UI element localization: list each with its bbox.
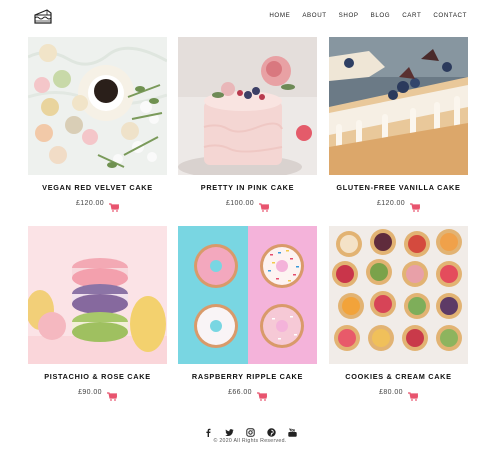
product-price: £66.00: [228, 389, 252, 396]
price-row: £120.00: [329, 199, 468, 212]
product-title[interactable]: RASPBERRY RIPPLE CAKE: [178, 372, 317, 381]
product-title[interactable]: PISTACHIO & ROSE CAKE: [28, 372, 167, 381]
shopping-cart-icon[interactable]: [259, 199, 270, 212]
product-title[interactable]: COOKIES & CREAM CAKE: [329, 372, 468, 381]
price-row: £66.00: [178, 388, 317, 401]
nav-cart[interactable]: CART: [402, 12, 421, 19]
product-card: PRETTY IN PINK CAKE £100.00: [178, 37, 317, 212]
shopping-cart-icon[interactable]: [407, 388, 419, 401]
nav-blog[interactable]: BLOG: [371, 12, 391, 19]
product-title[interactable]: VEGAN RED VELVET CAKE: [28, 183, 167, 192]
product-price: £90.00: [78, 389, 102, 396]
product-card: PISTACHIO & ROSE CAKE £90.00: [28, 226, 167, 401]
product-title[interactable]: GLUTEN-FREE VANILLA CAKE: [329, 183, 468, 192]
site-header: HOME ABOUT SHOP BLOG CART CONTACT: [0, 0, 500, 34]
product-image-donuts[interactable]: [178, 226, 317, 364]
youtube-icon[interactable]: [287, 424, 297, 437]
product-image-fruit-tarts[interactable]: [329, 226, 468, 364]
twitter-icon[interactable]: [224, 424, 234, 436]
product-title[interactable]: PRETTY IN PINK CAKE: [178, 183, 317, 192]
product-image-macaron-stack[interactable]: [28, 226, 167, 364]
shopping-cart-icon[interactable]: [109, 199, 120, 212]
shopping-cart-icon[interactable]: [106, 388, 118, 401]
main-nav: HOME ABOUT SHOP BLOG CART CONTACT: [257, 12, 467, 19]
nav-shop[interactable]: SHOP: [339, 12, 359, 19]
product-image-pink-cake[interactable]: [178, 37, 317, 175]
price-row: £120.00: [28, 199, 167, 212]
social-links: [0, 424, 500, 437]
instagram-icon[interactable]: [245, 424, 255, 437]
price-row: £80.00: [329, 388, 468, 401]
product-price: £120.00: [376, 200, 406, 207]
product-image-macarons-coffee[interactable]: [28, 37, 167, 175]
product-price: £100.00: [225, 200, 255, 207]
product-card: VEGAN RED VELVET CAKE £120.00: [28, 37, 167, 212]
product-price: £120.00: [75, 200, 105, 207]
nav-home[interactable]: HOME: [269, 12, 290, 19]
pinterest-icon[interactable]: [266, 424, 276, 437]
site-footer: © 2020 All Rights Reserved.: [0, 424, 500, 444]
copyright-text: © 2020 All Rights Reserved.: [213, 438, 287, 444]
product-image-vanilla-cake[interactable]: [329, 37, 468, 175]
nav-contact[interactable]: CONTACT: [433, 12, 467, 19]
shopping-cart-icon[interactable]: [256, 388, 268, 401]
product-card: GLUTEN-FREE VANILLA CAKE £120.00: [329, 37, 468, 212]
price-row: £100.00: [178, 199, 317, 212]
product-card: RASPBERRY RIPPLE CAKE £66.00: [178, 226, 317, 401]
shopping-cart-icon[interactable]: [410, 199, 421, 212]
cake-logo-icon[interactable]: [33, 7, 53, 25]
price-row: £90.00: [28, 388, 167, 401]
nav-about[interactable]: ABOUT: [302, 12, 326, 19]
product-price: £80.00: [379, 389, 403, 396]
facebook-icon[interactable]: [204, 424, 213, 437]
product-card: COOKIES & CREAM CAKE £80.00: [329, 226, 468, 401]
